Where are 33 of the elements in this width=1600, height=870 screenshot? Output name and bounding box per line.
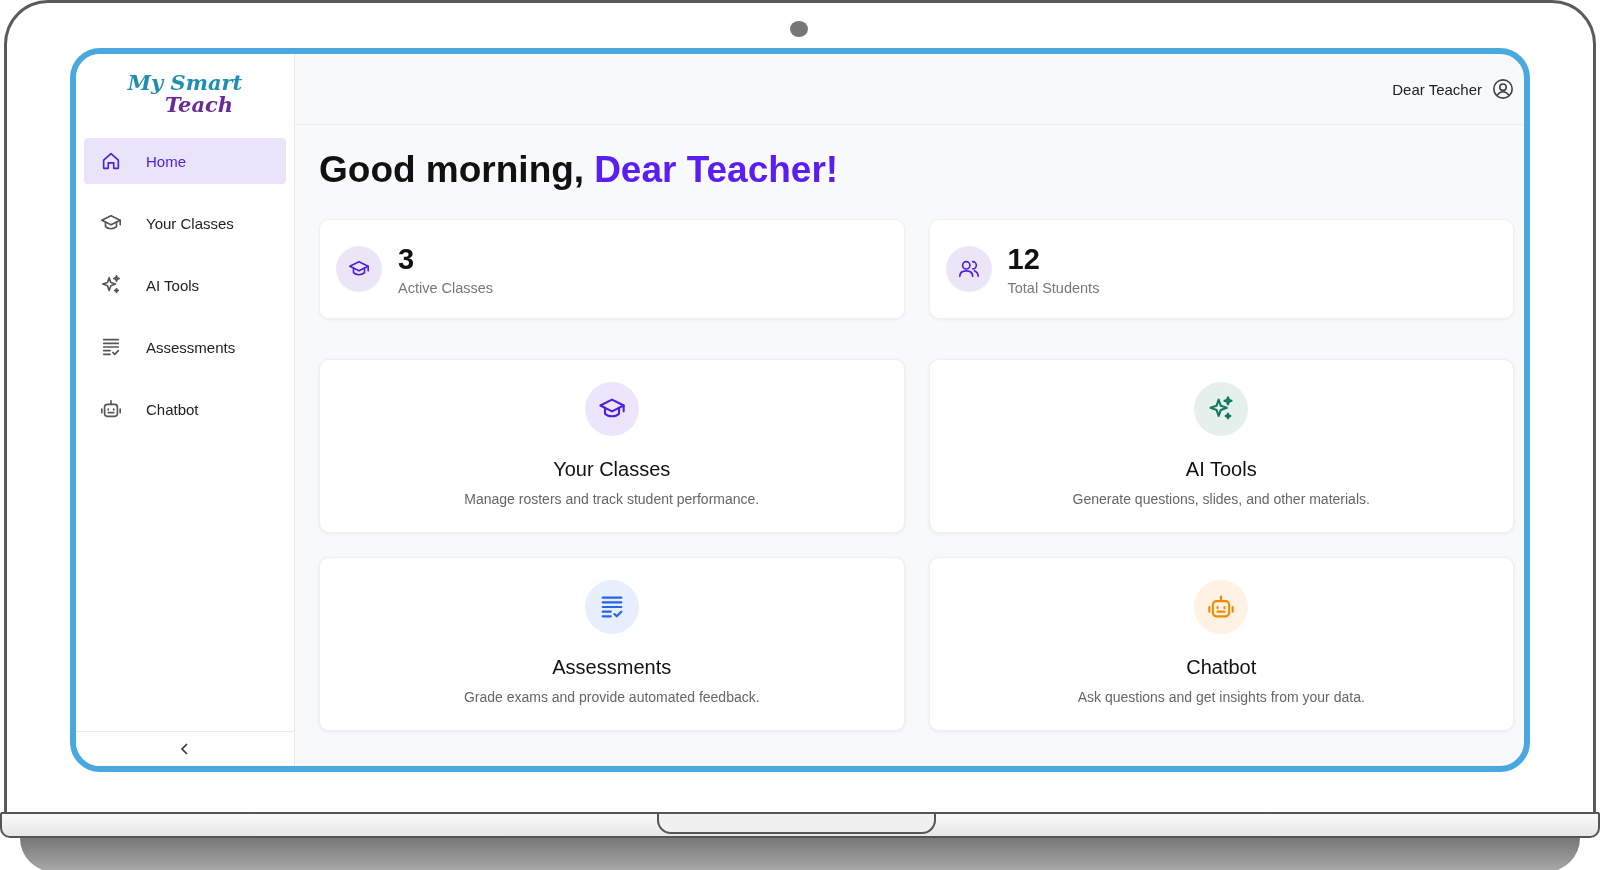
card-title: Your Classes bbox=[553, 458, 671, 481]
logo: My Smart Teach bbox=[126, 69, 244, 119]
greeting-name: Dear Teacher! bbox=[594, 149, 839, 191]
card-title: Assessments bbox=[552, 656, 672, 679]
card-title: AI Tools bbox=[1185, 458, 1257, 481]
stat-value: 3 bbox=[398, 242, 416, 276]
sidebar-item[interactable]: Home bbox=[84, 138, 286, 184]
card-description: Grade exams and provide automated feedback. bbox=[463, 689, 760, 705]
feature-card[interactable]: Assessments Grade exams and provide automated feedback. bbox=[319, 557, 905, 731]
feature-card[interactable]: AI Tools Generate questions, slides, and other materials. bbox=[928, 359, 1514, 533]
home-icon bbox=[100, 150, 122, 172]
stat-label: Total Students bbox=[1007, 279, 1100, 296]
card-title: Chatbot bbox=[1186, 656, 1257, 679]
checklist-icon bbox=[100, 336, 122, 358]
card-description: Generate questions, slides, and other materials. bbox=[1072, 491, 1370, 507]
feature-card[interactable]: Your Classes Manage rosters and track student performance. bbox=[319, 359, 905, 533]
collapse-chevron-icon[interactable] bbox=[180, 742, 190, 756]
card-description: Manage rosters and track student performance. bbox=[464, 491, 760, 507]
sidebar-item[interactable]: AI Tools bbox=[84, 262, 286, 308]
card-description: Ask questions and get insights from your data. bbox=[1077, 689, 1365, 705]
sidebar-item[interactable]: Chatbot bbox=[84, 386, 286, 432]
sidebar-item[interactable]: Assessments bbox=[84, 324, 286, 370]
greeting-text: Good morning, bbox=[319, 149, 585, 191]
users-icon bbox=[957, 258, 980, 280]
camera-drawing bbox=[790, 21, 808, 37]
stat-value: 12 bbox=[1007, 242, 1041, 276]
user-avatar-icon[interactable] bbox=[1492, 78, 1514, 100]
sidebar-item[interactable]: Your Classes bbox=[84, 200, 286, 246]
stat-label: Active Classes bbox=[398, 279, 494, 296]
feature-card[interactable]: Chatbot Ask questions and get insights from your data. bbox=[928, 557, 1514, 731]
sparkles-icon bbox=[100, 274, 122, 296]
user-name: Dear Teacher bbox=[1392, 80, 1482, 98]
robot-icon bbox=[100, 398, 122, 420]
